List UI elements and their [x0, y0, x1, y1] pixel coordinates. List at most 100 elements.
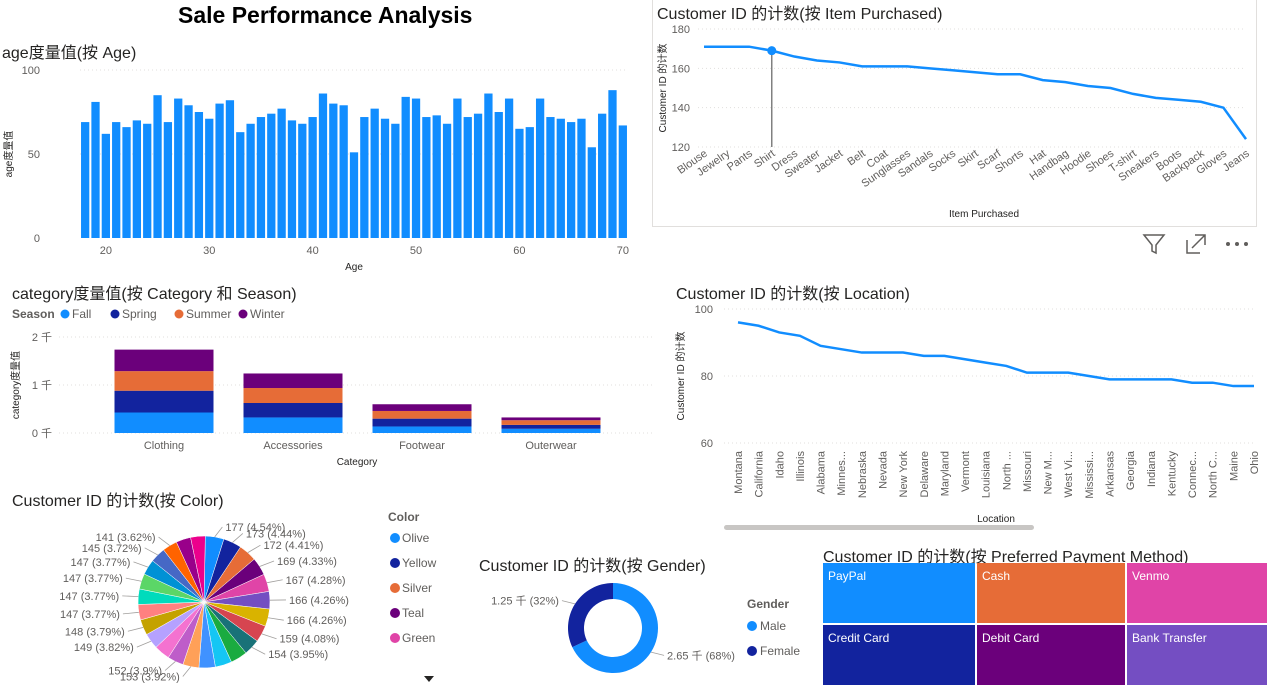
legend-label: Olive [402, 531, 430, 545]
x-tick-label: Louisiana [981, 450, 993, 498]
data-label: 1.25 千 (32%) [491, 595, 559, 608]
data-label: 147 (3.77%) [59, 591, 119, 603]
legend-marker [60, 309, 70, 319]
x-tick-label: Nebraska [857, 450, 869, 498]
legend-marker [747, 646, 757, 656]
x-tick-label: New M... [1043, 451, 1055, 494]
data-label: 173 (4.44%) [246, 528, 306, 540]
data-label: 167 (4.28%) [286, 575, 346, 587]
category-bar-segment [243, 403, 343, 418]
age-bar [194, 112, 204, 238]
x-tick-label: 20 [100, 245, 112, 257]
x-tick-label: Footwear [399, 440, 445, 452]
age-bar [463, 117, 472, 238]
x-tick-label: 30 [203, 245, 215, 257]
x-tick-label: Outerwear [525, 440, 577, 452]
x-tick-label: Connec... [1187, 451, 1199, 498]
filter-icon[interactable] [1142, 232, 1166, 261]
treemap-label: Debit Card [982, 631, 1039, 645]
age-bar [339, 105, 348, 238]
age-bar [411, 98, 421, 238]
leader-line [251, 647, 266, 655]
age-bar [81, 122, 90, 238]
age-bar [308, 117, 317, 238]
age-bar [556, 118, 565, 238]
x-tick-label: Delaware [919, 451, 931, 497]
x-tick-label: 70 [617, 245, 629, 257]
treemap-label: Bank Transfer [1132, 631, 1207, 645]
data-label: 154 (3.95%) [268, 649, 328, 661]
leader-line [125, 577, 142, 582]
y-tick-label: 120 [672, 142, 690, 154]
data-label: 159 (4.08%) [280, 634, 340, 646]
x-tick-label: Illinois [795, 451, 807, 482]
legend-marker [238, 309, 248, 319]
x-tick-label: Nevada [877, 450, 889, 489]
category-bar-segment [114, 349, 214, 372]
age-bar [287, 120, 297, 238]
category-bar-segment [114, 412, 214, 433]
age-bar [349, 152, 359, 238]
x-tick-label: Indiana [1146, 450, 1158, 487]
x-tick-label: North C... [1208, 451, 1220, 498]
legend-marker [390, 533, 400, 543]
treemap-label: PayPal [828, 569, 866, 583]
age-bar [101, 133, 110, 238]
category-bar-segment [243, 417, 343, 433]
location-line-chart[interactable]: 60 80 100 Montana California Idaho Illinois Ala… [660, 298, 1264, 530]
x-tick-label: Montana [733, 450, 745, 494]
age-bar [391, 123, 400, 238]
x-tick-label: 60 [513, 245, 525, 257]
leader-line [133, 561, 149, 568]
horizontal-scrollbar [724, 525, 1034, 530]
scroll-down-icon[interactable] [424, 676, 434, 682]
leader-line [247, 544, 261, 553]
data-label: 172 (4.41%) [263, 540, 323, 552]
x-tick-label: New York [898, 451, 910, 498]
age-bar [153, 95, 162, 238]
y-axis-title: Customer ID 的计数 [674, 332, 687, 421]
age-bar [401, 96, 410, 238]
item-line-chart[interactable]: 120140160180BlouseJewelryPantsShirtDress… [652, 18, 1256, 224]
age-bar [329, 103, 338, 238]
x-tick-label: Missouri [1022, 451, 1034, 492]
x-tick-label: Vermont [960, 451, 972, 492]
treemap-label: Cash [982, 569, 1010, 583]
y-tick-label: 100 [22, 65, 40, 77]
focus-mode-icon[interactable] [1184, 232, 1208, 261]
age-bar-chart[interactable]: 0 50 100 20 30 40 50 60 70 Age age度量值 [0, 58, 640, 276]
more-options-icon[interactable] [1224, 232, 1250, 261]
age-bar [525, 127, 534, 238]
leader-line [561, 600, 576, 605]
gender-donut-chart[interactable]: 2.65 千 (68%) 1.25 千 (32%) Gender Male Female [470, 570, 820, 687]
highlight-point [767, 46, 777, 56]
x-tick-label: Pants [725, 147, 755, 173]
age-bar [205, 118, 214, 238]
x-tick-label: Socks [927, 147, 959, 174]
leader-line [232, 533, 244, 543]
category-bar-segment [372, 410, 472, 419]
category-bar-segment [501, 424, 601, 429]
data-label: 152 (3.9%) [108, 665, 162, 677]
age-bar [484, 93, 493, 238]
age-bar [112, 122, 121, 238]
leader-line [122, 595, 139, 598]
legend-marker [174, 309, 184, 319]
leader-line [650, 651, 665, 656]
x-tick-label: Minnes... [836, 451, 848, 496]
age-bar [598, 113, 607, 238]
leader-line [122, 611, 139, 615]
age-bar [587, 147, 596, 238]
age-bar [184, 105, 193, 238]
payment-treemap[interactable]: PayPal Cash Venmo Credit Card Debit Card Bank… [823, 563, 1271, 687]
category-bar-segment [501, 428, 601, 433]
x-tick-label: Arkansas [1105, 451, 1117, 497]
color-pie-chart[interactable]: 177 (4.54%)173 (4.44%)172 (4.41%)169 (4.… [0, 505, 455, 687]
category-bar-segment [372, 418, 472, 427]
report-title: Sale Performance Analysis [178, 2, 473, 28]
legend-label: Green [402, 631, 435, 645]
data-label: 2.65 千 (68%) [667, 649, 735, 662]
treemap-label: Credit Card [828, 631, 889, 645]
age-bar [174, 98, 183, 238]
category-stacked-bar-chart[interactable]: Season Fall Spring Summer Winter 0 千 1 千 2 千 Clo… [0, 300, 660, 472]
